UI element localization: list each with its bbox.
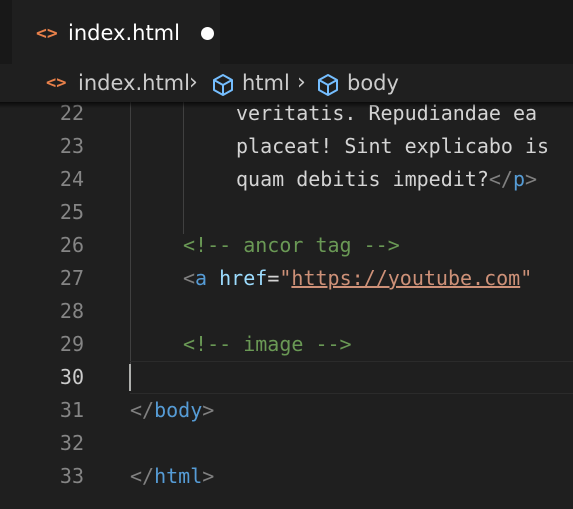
chevron-right-icon: ›	[189, 70, 198, 95]
code-editor[interactable]: 22 veritatis. Repudiandae ea 23 placeat!…	[0, 101, 573, 509]
code-line: 26 <!-- ancor tag -->	[0, 229, 573, 262]
code-line: 33 </html>	[0, 460, 573, 493]
code-line: 24 quam debitis impedit?</p>	[0, 163, 573, 196]
bracket: >	[525, 167, 538, 191]
breadcrumb-item-html[interactable]: html	[242, 71, 290, 95]
chevron-right-icon: ›	[297, 70, 306, 95]
line-number: 29	[59, 332, 84, 356]
code-text: <a href="https://youtube.com"	[183, 262, 532, 295]
comment: <!-- ancor tag -->	[183, 233, 400, 257]
bracket: >	[202, 398, 215, 422]
scroll-shadow	[0, 102, 573, 108]
tag-name: a	[195, 266, 208, 290]
attribute-name: href	[219, 266, 268, 290]
code-line: 28	[0, 295, 573, 328]
url-link[interactable]: https://youtube.com	[291, 266, 520, 290]
text-cursor	[129, 364, 131, 391]
breadcrumb-item-file[interactable]: index.html	[78, 71, 190, 95]
tag-name: body	[154, 398, 203, 422]
html-file-icon: <>	[36, 23, 58, 44]
tab-bar: <> index.html	[0, 0, 573, 64]
code-text: placeat! Sint explicabo is	[236, 134, 550, 158]
bracket: >	[202, 464, 215, 488]
bracket: </	[130, 398, 155, 422]
tag-name: p	[512, 167, 526, 191]
unsaved-dot-icon[interactable]	[201, 27, 214, 40]
code-line: 27 <a href="https://youtube.com"	[0, 262, 573, 295]
line-number: 33	[59, 464, 84, 488]
code-text: </body>	[130, 394, 214, 427]
tab-label: index.html	[68, 21, 180, 45]
line-number: 24	[59, 167, 84, 191]
line-number: 27	[59, 266, 84, 290]
code-line: 25	[0, 196, 573, 229]
line-number: 30	[59, 365, 84, 389]
cube-icon	[318, 74, 338, 96]
line-number: 28	[59, 299, 84, 323]
code-text: quam debitis impedit?	[236, 167, 489, 191]
line-number: 23	[59, 134, 84, 158]
equals: =	[267, 266, 280, 290]
line-number: 32	[59, 431, 84, 455]
quote: "	[520, 266, 533, 290]
code-line: 23 placeat! Sint explicabo is	[0, 130, 573, 163]
code-line: 29 <!-- image -->	[0, 328, 573, 361]
bracket: <	[183, 266, 196, 290]
quote: "	[279, 266, 292, 290]
line-number: 25	[59, 200, 84, 224]
code-line: 32	[0, 427, 573, 460]
html-file-icon: <>	[46, 73, 67, 93]
code-line: 31 </body>	[0, 394, 573, 427]
line-number: 31	[59, 398, 84, 422]
line-number: 26	[59, 233, 84, 257]
code-line-active: 30	[0, 361, 573, 394]
breadcrumb-item-body[interactable]: body	[347, 71, 399, 95]
tag-name: html	[154, 464, 203, 488]
code-text: quam debitis impedit?</p>	[236, 163, 537, 196]
cube-icon	[213, 74, 233, 96]
tab-index-html[interactable]: <> index.html	[12, 0, 220, 64]
current-line-highlight	[130, 361, 573, 394]
comment: <!-- image -->	[183, 332, 352, 356]
bracket: </	[130, 464, 155, 488]
code-text: </html>	[130, 460, 214, 493]
bracket: </	[488, 167, 513, 191]
